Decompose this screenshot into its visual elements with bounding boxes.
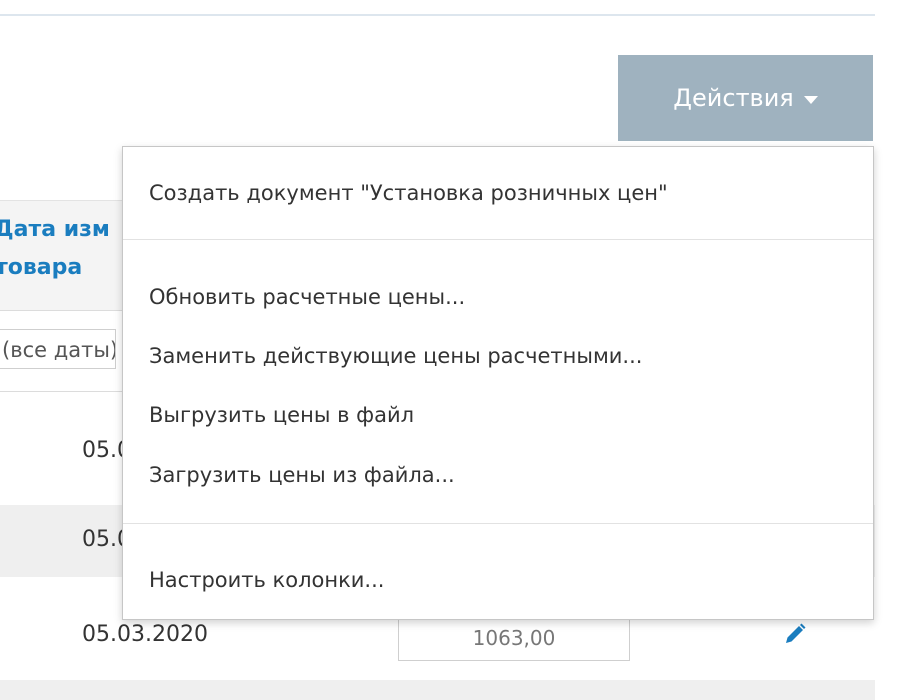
menu-item-create-retail-price-document[interactable]: Создать документ "Установка розничных це… <box>149 181 668 205</box>
menu-divider <box>123 239 873 240</box>
filter-row: (все даты) <box>0 310 122 392</box>
menu-item-import-prices-from-file[interactable]: Загрузить цены из файла... <box>149 463 455 487</box>
actions-button-label: Действия <box>673 84 794 112</box>
price-input[interactable]: 1063,00 <box>398 615 630 661</box>
menu-item-replace-prices-with-calculated[interactable]: Заменить действующие цены расчетными... <box>149 344 642 368</box>
column-header-line2: товара <box>0 255 83 280</box>
menu-divider <box>123 523 873 524</box>
top-divider <box>0 14 875 16</box>
menu-item-configure-columns[interactable]: Настроить колонки... <box>149 568 384 592</box>
menu-item-update-calculated-prices[interactable]: Обновить расчетные цены... <box>149 285 465 309</box>
table-row <box>0 680 875 700</box>
menu-item-export-prices-to-file[interactable]: Выгрузить цены в файл <box>149 403 414 427</box>
pencil-icon[interactable] <box>783 622 807 646</box>
date-cell: 05.03.2020 <box>82 622 208 647</box>
column-header-date-changed[interactable]: Дата изм товара <box>0 200 122 311</box>
date-filter-select[interactable]: (все даты) <box>0 329 116 369</box>
actions-dropdown-menu: Создать документ "Установка розничных це… <box>122 146 874 620</box>
actions-dropdown-button[interactable]: Действия <box>618 55 873 141</box>
column-header-line1: Дата изм <box>0 217 110 242</box>
caret-down-icon <box>803 96 818 104</box>
